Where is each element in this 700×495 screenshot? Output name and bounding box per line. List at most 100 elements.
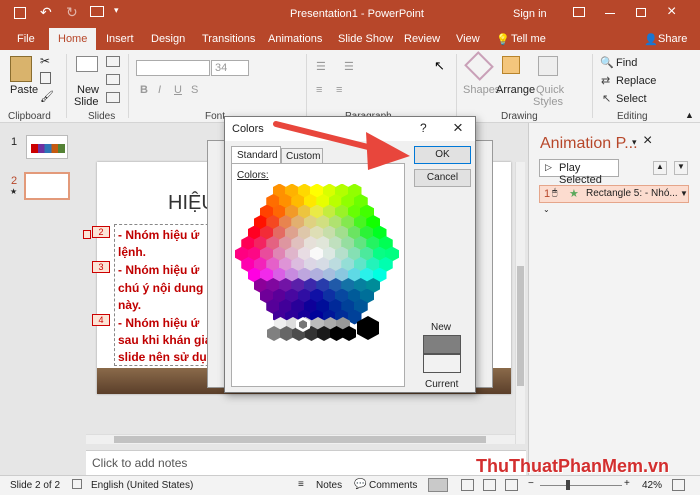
tab-transitions[interactable]: Transitions <box>202 33 255 45</box>
font-name-box[interactable] <box>136 60 210 76</box>
bullets-icon[interactable]: ☰ <box>316 60 326 73</box>
qat-customize-icon[interactable]: ▾ <box>114 5 119 16</box>
play-selected-button[interactable]: ▷ Play Selected <box>539 159 619 186</box>
tab-animations[interactable]: Animations <box>268 33 322 45</box>
spelling-icon[interactable] <box>72 479 82 489</box>
arrange-button[interactable]: Arrange <box>496 84 535 96</box>
zoom-slider[interactable] <box>540 485 622 486</box>
move-up-icon[interactable]: ▲ <box>653 161 667 175</box>
anim-marker-2[interactable]: 2 <box>92 226 110 238</box>
align-left-icon[interactable]: ≡ <box>316 84 322 96</box>
reading-view-icon[interactable] <box>483 479 496 491</box>
find-button[interactable]: Find <box>616 57 637 69</box>
notes-button[interactable]: Notes <box>316 480 342 491</box>
black-swatch[interactable] <box>357 316 379 340</box>
vertical-scrollbar[interactable] <box>515 162 525 444</box>
shapes-button[interactable]: Shapes <box>463 84 500 96</box>
animation-order: 1 <box>544 188 551 200</box>
color-honeycomb[interactable] <box>235 183 399 325</box>
comments-icon[interactable]: 💬 <box>354 479 366 490</box>
tab-view[interactable]: View <box>456 33 480 45</box>
cancel-button[interactable]: Cancel <box>414 169 471 187</box>
reset-icon[interactable] <box>106 74 120 85</box>
arrange-icon[interactable] <box>502 56 520 74</box>
shapes-icon[interactable] <box>464 51 494 81</box>
tab-review[interactable]: Review <box>404 33 440 45</box>
cut-icon[interactable]: ✂ <box>40 54 50 68</box>
new-slide-icon[interactable] <box>76 56 98 72</box>
replace-icon[interactable]: ⇄ <box>601 74 610 87</box>
select-button[interactable]: Select <box>616 93 647 105</box>
normal-view-icon[interactable] <box>428 478 448 492</box>
close-pane-icon[interactable]: × <box>643 132 652 150</box>
tab-home[interactable]: Home <box>49 28 97 50</box>
share-icon[interactable]: 👤 <box>644 33 658 46</box>
slide-sorter-icon[interactable] <box>461 479 474 491</box>
grayscale-row[interactable] <box>237 315 397 341</box>
layout-icon[interactable] <box>106 56 120 67</box>
tab-insert[interactable]: Insert <box>106 33 134 45</box>
paste-icon[interactable] <box>10 56 32 82</box>
new-slide-button-line2[interactable]: Slide <box>74 96 98 108</box>
align-center-icon[interactable]: ≡ <box>336 84 342 96</box>
animation-item[interactable]: 1 🖱 ★ Rectangle 5: - Nhó... ▼ <box>539 185 689 203</box>
save-icon[interactable] <box>14 7 26 19</box>
ok-button[interactable]: OK <box>414 146 471 164</box>
redo-icon[interactable]: ↻ <box>66 4 78 21</box>
tab-design[interactable]: Design <box>151 33 185 45</box>
slide-thumbnails: 1 2 ★ <box>0 123 86 445</box>
quick-styles-button-line2[interactable]: Styles <box>533 96 563 108</box>
anim-marker-4[interactable]: 4 <box>92 314 110 326</box>
quick-styles-icon[interactable] <box>538 56 558 76</box>
fit-slide-icon[interactable] <box>672 479 685 491</box>
tab-slide-show[interactable]: Slide Show <box>338 33 393 45</box>
bold-icon[interactable]: B <box>140 84 148 96</box>
replace-button[interactable]: Replace <box>616 75 656 87</box>
italic-icon[interactable]: I <box>158 84 161 96</box>
zoom-out-icon[interactable]: − <box>528 478 534 489</box>
expand-chevron-icon[interactable]: ⌄ <box>543 205 550 214</box>
language-label[interactable]: English (United States) <box>91 480 193 491</box>
copy-icon[interactable] <box>40 72 51 84</box>
paste-button[interactable]: Paste <box>10 84 38 96</box>
find-icon[interactable]: 🔍 <box>600 56 614 69</box>
dialog-close-button[interactable]: × <box>453 118 463 138</box>
pane-options-icon[interactable]: ▾ <box>632 137 637 148</box>
slide-thumbnail-1[interactable] <box>26 135 68 159</box>
maximize-icon[interactable] <box>636 8 646 17</box>
close-window-icon[interactable]: × <box>667 3 676 21</box>
item-dropdown-icon[interactable]: ▼ <box>680 189 688 198</box>
section-icon[interactable] <box>106 92 120 103</box>
slide-show-icon[interactable] <box>505 479 518 491</box>
horizontal-scrollbar[interactable] <box>86 434 515 444</box>
share-button[interactable]: Share <box>658 33 687 45</box>
zoom-level[interactable]: 42% <box>642 480 662 491</box>
comments-button[interactable]: Comments <box>369 480 417 491</box>
notes-icon[interactable]: ≡ <box>298 479 304 490</box>
tell-me-input[interactable]: Tell me <box>511 33 546 45</box>
numbering-icon[interactable]: ☰ <box>344 60 354 73</box>
help-button[interactable]: ? <box>420 121 427 135</box>
start-from-beginning-icon[interactable] <box>90 6 104 17</box>
notes-pane[interactable]: Click to add notes <box>86 450 526 475</box>
anim-marker-3[interactable]: 3 <box>92 261 110 273</box>
undo-icon[interactable]: ↶ <box>40 4 52 21</box>
collapse-ribbon-icon[interactable]: ▲ <box>685 110 694 120</box>
minimize-icon[interactable] <box>605 13 615 14</box>
new-slide-button[interactable]: New <box>77 84 99 96</box>
move-down-icon[interactable]: ▼ <box>674 161 688 175</box>
tab-file[interactable]: File <box>17 33 35 45</box>
zoom-slider-thumb[interactable] <box>566 480 570 490</box>
horizontal-scroll-thumb[interactable] <box>114 436 486 443</box>
ribbon-display-icon[interactable] <box>573 7 585 17</box>
underline-icon[interactable]: U <box>174 84 182 96</box>
format-painter-icon[interactable]: 🖌 <box>40 90 54 103</box>
select-icon[interactable]: ↖ <box>602 92 611 105</box>
font-size-box[interactable]: 34 <box>211 60 249 76</box>
slide-thumbnail-2[interactable] <box>24 172 70 200</box>
strikethrough-icon[interactable]: S <box>191 84 198 96</box>
zoom-in-icon[interactable]: + <box>624 478 630 489</box>
quick-styles-button[interactable]: Quick <box>536 84 564 96</box>
vertical-scroll-thumb[interactable] <box>517 266 524 386</box>
sign-in-link[interactable]: Sign in <box>513 8 547 20</box>
